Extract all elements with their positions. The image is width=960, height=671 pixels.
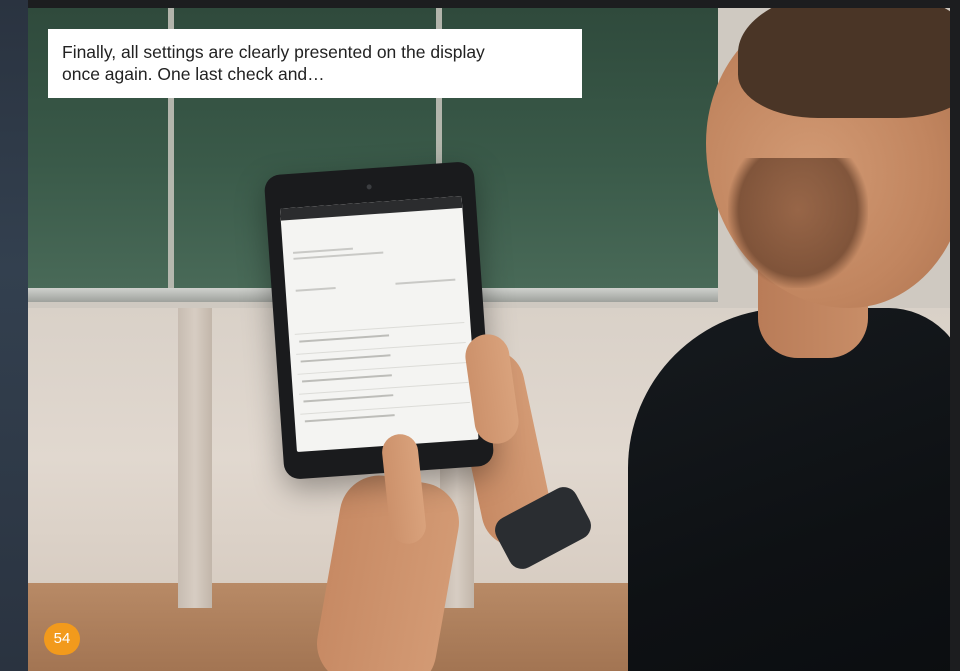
screen-text-line [293,247,353,254]
tablet-device [263,161,495,480]
tablet-screen [279,195,479,453]
caption-line-2: once again. One last check and… [62,64,325,84]
tablet-screen-topbar [279,195,463,221]
page-number-badge: 54 [44,623,80,655]
person-beard [728,158,868,288]
page: Finally, all settings are clearly presen… [0,0,960,671]
tablet-camera [366,184,372,190]
screen-text-line [295,286,336,292]
left-edge-strip [0,0,28,671]
person-hair [738,8,950,118]
caption-box: Finally, all settings are clearly presen… [48,29,582,98]
classroom-photo [28,8,950,671]
caption-line-1: Finally, all settings are clearly presen… [62,42,485,62]
person-shirt [628,308,950,671]
screen-text-line [395,278,456,285]
wall-pillar [178,308,212,608]
